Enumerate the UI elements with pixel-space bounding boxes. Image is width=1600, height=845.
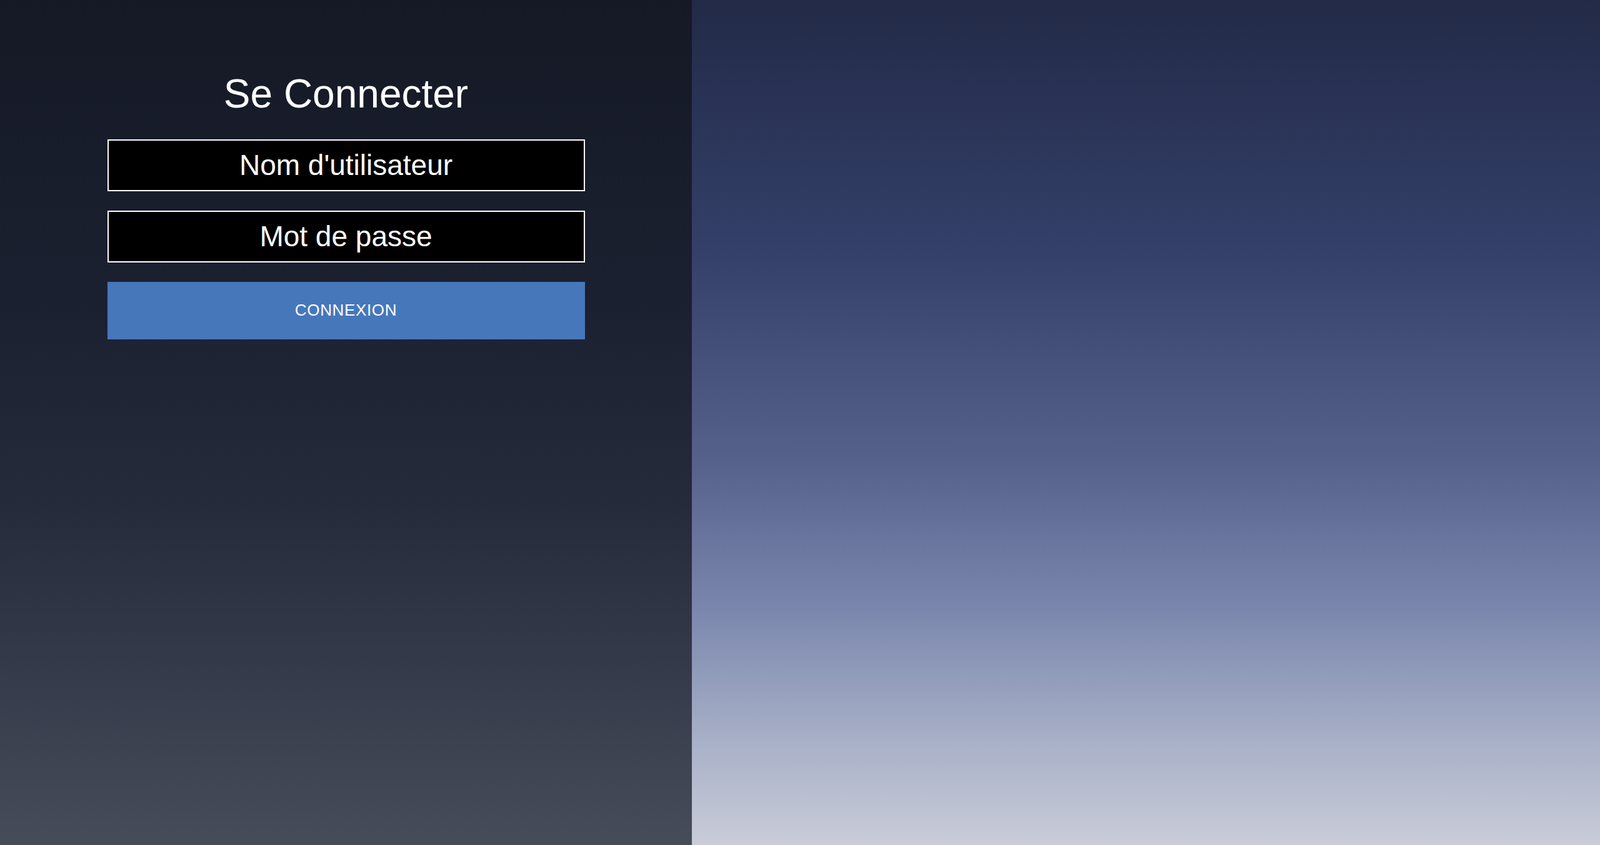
login-panel: Se Connecter CONNEXION bbox=[0, 0, 692, 845]
login-button[interactable]: CONNEXION bbox=[107, 281, 585, 340]
login-form: CONNEXION bbox=[107, 139, 585, 340]
sky-background bbox=[691, 0, 1600, 845]
login-page: Se Connecter CONNEXION bbox=[0, 0, 1600, 845]
login-title: Se Connecter bbox=[223, 70, 469, 119]
password-input[interactable] bbox=[107, 210, 585, 263]
username-input[interactable] bbox=[107, 139, 585, 192]
